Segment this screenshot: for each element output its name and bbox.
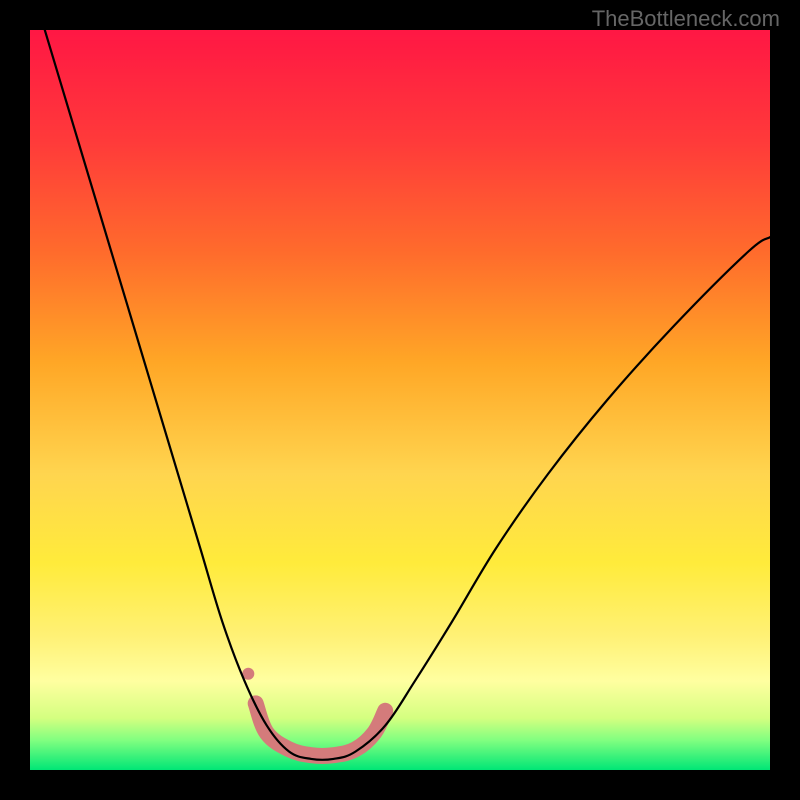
gradient-background [30, 30, 770, 770]
chart-container [30, 30, 770, 770]
bottleneck-chart [30, 30, 770, 770]
watermark-text: TheBottleneck.com [592, 6, 780, 32]
